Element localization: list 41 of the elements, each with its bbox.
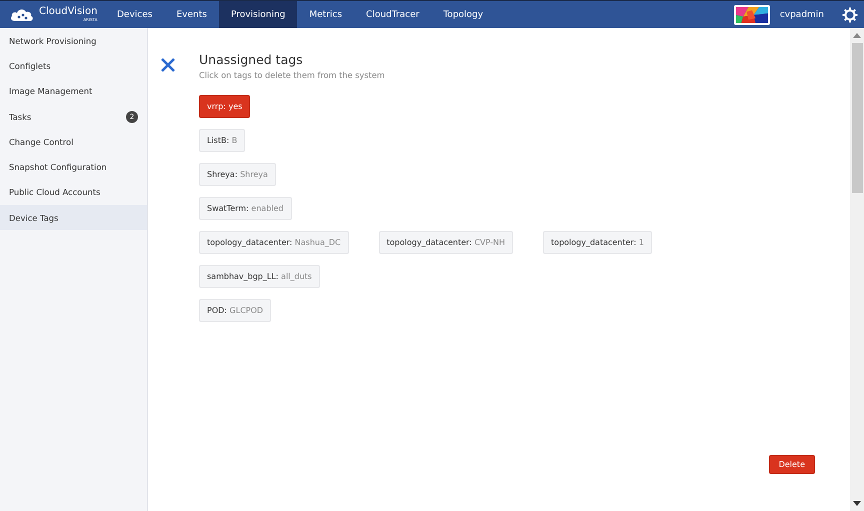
tag-chip[interactable]: SwatTerm: enabled (199, 197, 292, 220)
sidebar-item[interactable]: Configlets (0, 53, 147, 79)
tag-chip[interactable]: sambhav_bgp_LL: all_duts (199, 265, 320, 288)
sidebar-item[interactable]: Change Control (0, 129, 147, 154)
sidebar-label: Device Tags (9, 212, 58, 223)
sidebar-label: Public Cloud Accounts (9, 187, 100, 198)
brand-name: CloudVision (39, 7, 98, 17)
sidebar-item[interactable]: Public Cloud Accounts (0, 180, 147, 206)
sidebar-item[interactable]: Image Management (0, 78, 147, 104)
close-icon[interactable] (161, 58, 175, 72)
scroll-down-icon[interactable] (853, 501, 861, 506)
sidebar-item[interactable]: Snapshot Configuration (0, 154, 147, 180)
nav-tab[interactable]: CloudTracer (354, 1, 432, 28)
settings-icon[interactable] (842, 6, 858, 22)
sidebar-label: Change Control (9, 136, 74, 147)
tag-chip[interactable]: topology_datacenter: 1 (543, 231, 652, 254)
nav-tab[interactable]: Metrics (297, 1, 354, 28)
delete-button[interactable]: Delete (768, 455, 815, 474)
panel-title: Unassigned tags (199, 52, 304, 67)
cloud-logo-icon (10, 8, 34, 22)
nav-tab[interactable]: Topology (431, 1, 496, 28)
scrollbar-thumb[interactable] (852, 43, 862, 193)
panel-subtitle: Click on tags to delete them from the system (199, 70, 386, 80)
sidebar-label: Configlets (9, 60, 51, 71)
tag-chip[interactable]: topology_datacenter: CVP-NH (378, 231, 514, 254)
tag-chip[interactable]: topology_datacenter: Nashua_DC (199, 231, 349, 254)
tag-chip[interactable]: Shreya: Shreya (199, 163, 276, 186)
user-name[interactable]: cvpadmin (780, 10, 824, 20)
tag-chip[interactable]: POD: GLCPOD (199, 299, 272, 322)
sidebar-label: Snapshot Configuration (9, 162, 107, 172)
tag-chip[interactable]: ListB: B (199, 129, 246, 152)
sidebar-label: Image Management (9, 86, 92, 96)
scroll-up-icon[interactable] (853, 33, 861, 38)
nav-tab[interactable]: Devices (105, 1, 164, 28)
sidebar-item[interactable]: Device Tags (0, 205, 147, 230)
nav-tab[interactable]: Events (164, 1, 219, 28)
sidebar-item[interactable]: Network Provisioning (0, 28, 147, 54)
tag-chip[interactable]: vrrp: yes (199, 95, 250, 118)
sidebar-label: Tasks (9, 112, 32, 122)
sidebar-label: Network Provisioning (9, 36, 96, 46)
nav-tab[interactable]: Provisioning (218, 1, 298, 28)
